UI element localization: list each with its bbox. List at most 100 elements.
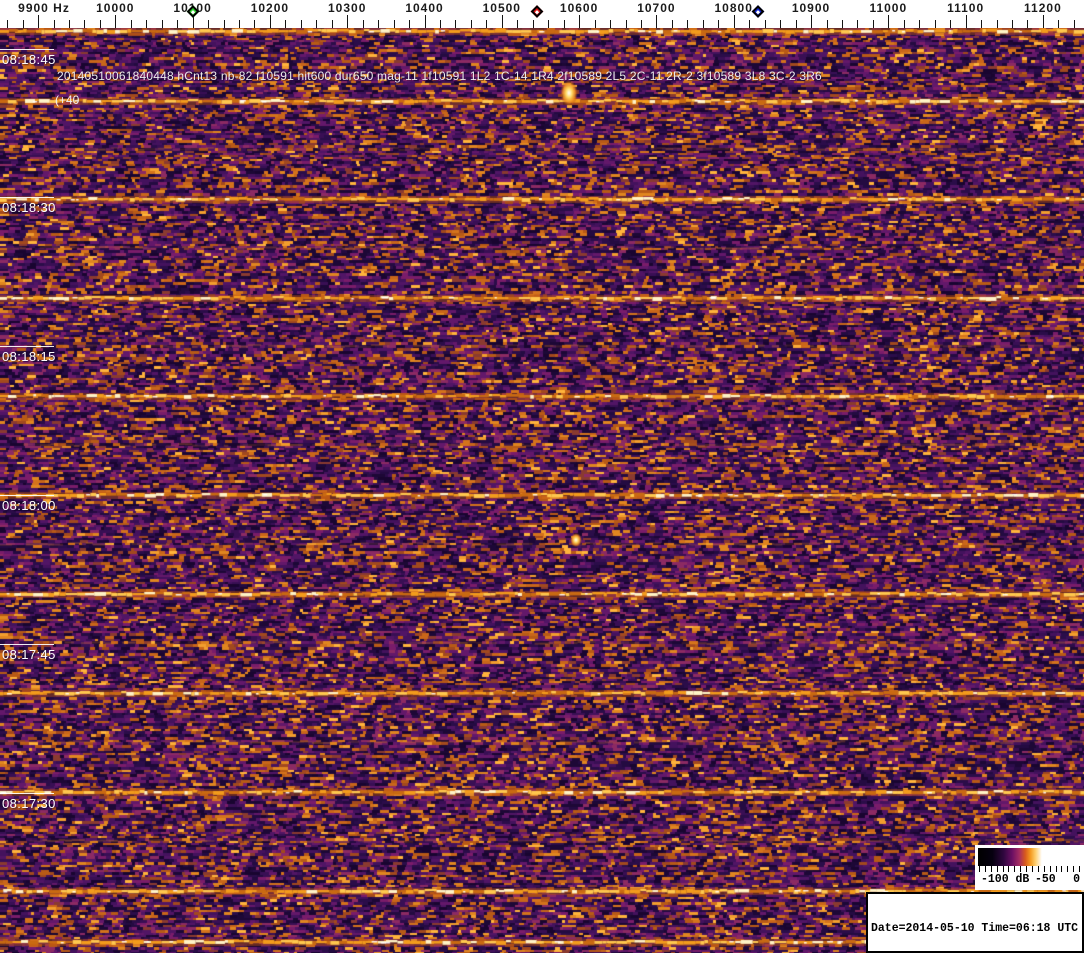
time-label: 08:17:30 xyxy=(2,796,56,811)
colorbar-tick xyxy=(1014,866,1016,872)
ruler-tick xyxy=(841,20,843,28)
ruler-tick xyxy=(780,20,782,28)
ruler-label: 10600 xyxy=(559,1,599,15)
ruler-label: 10900 xyxy=(791,1,831,15)
frequency-ruler: 9900 Hz100001010010200103001040010500106… xyxy=(0,0,1084,28)
marker-center-dot xyxy=(190,9,195,14)
colorbar-tick xyxy=(1073,866,1075,872)
ruler-tick xyxy=(563,20,565,28)
ruler-tick xyxy=(903,20,905,28)
ruler-tick xyxy=(115,15,117,28)
ruler-tick xyxy=(888,15,890,28)
time-label: 08:18:30 xyxy=(2,200,56,215)
marker-center-dot xyxy=(534,9,539,14)
ruler-label: 11100 xyxy=(947,1,985,15)
ruler-tick xyxy=(269,15,271,28)
event-annotation: 20140510061840448 hCnt13 nb-82 f10591 hi… xyxy=(57,69,822,83)
ruler-tick xyxy=(594,20,596,28)
colorbar-tick xyxy=(1061,866,1063,872)
colorbar-tick xyxy=(1067,866,1069,872)
ruler-tick xyxy=(7,20,9,28)
ruler-tick xyxy=(934,20,936,28)
ruler-label: 10200 xyxy=(250,1,290,15)
ruler-tick xyxy=(146,20,148,28)
ruler-tick xyxy=(177,20,179,28)
ruler-tick xyxy=(208,20,210,28)
ruler-tick xyxy=(625,20,627,28)
ruler-tick xyxy=(702,20,704,28)
ruler-label: 10000 xyxy=(96,1,135,15)
ruler-tick xyxy=(455,20,457,28)
colorbar-tick xyxy=(1055,866,1057,872)
colorbar-panel: -100 dB -50 0 xyxy=(975,845,1084,890)
ruler-tick xyxy=(950,20,952,28)
time-label: 08:18:45 xyxy=(2,52,56,67)
ruler-label: 9900 Hz xyxy=(18,1,70,15)
colorbar-label-mid: -50 xyxy=(1035,873,1056,886)
time-tick xyxy=(0,346,54,347)
red-marker-diamond-icon[interactable] xyxy=(530,5,543,18)
colorbar-scale-labels: -100 dB -50 0 xyxy=(978,873,1081,888)
ruler-label: 10400 xyxy=(405,1,444,15)
observation-info-box: Date=2014-05-10 Time=06:18 UTC Freq=143 … xyxy=(866,892,1084,953)
ruler-tick xyxy=(532,20,534,28)
ruler-tick xyxy=(671,20,673,28)
ruler-tick xyxy=(501,15,503,28)
colorbar-tick xyxy=(1031,866,1033,872)
ruler-tick xyxy=(811,15,812,28)
time-tick xyxy=(0,49,54,50)
ruler-tick xyxy=(656,15,658,28)
ruler-tick xyxy=(347,15,349,28)
ruler-tick xyxy=(38,15,39,28)
time-tick xyxy=(0,793,54,794)
ruler-tick xyxy=(130,20,132,28)
ruler-tick xyxy=(424,15,426,28)
ruler-tick xyxy=(239,20,240,28)
ruler-tick xyxy=(981,20,983,28)
ruler-tick xyxy=(1042,15,1044,28)
ruler-tick xyxy=(718,20,720,28)
time-tick xyxy=(0,644,54,645)
ruler-label: 10300 xyxy=(328,1,367,15)
ruler-tick xyxy=(857,20,859,28)
colorbar-tick xyxy=(1049,866,1051,872)
ruler-tick xyxy=(393,20,395,28)
spectrogram-app: 9900 Hz100001010010200103001040010500106… xyxy=(0,0,1084,953)
colorbar-tick xyxy=(1079,866,1080,872)
marker-center-dot xyxy=(755,9,760,14)
colorbar-tick xyxy=(990,866,992,872)
ruler-tick xyxy=(68,20,70,28)
ruler-tick xyxy=(1012,20,1013,28)
ruler-tick xyxy=(362,20,364,28)
ruler-label: 10700 xyxy=(637,1,676,15)
ruler-tick xyxy=(22,20,24,28)
ruler-label: 11000 xyxy=(869,1,908,15)
ruler-tick xyxy=(764,20,766,28)
blue-marker-diamond-icon[interactable] xyxy=(751,5,765,18)
info-date-time: Date=2014-05-10 Time=06:18 UTC xyxy=(871,922,1079,936)
ruler-tick xyxy=(640,20,642,28)
ruler-tick xyxy=(687,20,689,28)
ruler-label: 11200 xyxy=(1024,1,1062,15)
ruler-tick xyxy=(486,20,488,28)
colorbar-tick xyxy=(1008,866,1010,872)
ruler-tick xyxy=(440,20,441,28)
ruler-tick xyxy=(378,20,380,28)
spectrogram-waterfall[interactable] xyxy=(0,28,1084,953)
ruler-tick xyxy=(254,20,256,28)
ruler-tick xyxy=(826,20,828,28)
time-label: 08:18:15 xyxy=(2,349,56,364)
gain-annotation: (+40 xyxy=(55,93,80,107)
colorbar-tick xyxy=(996,866,998,872)
colorbar-ticks xyxy=(978,866,1081,873)
colorbar-tick xyxy=(1037,866,1039,872)
ruler-tick xyxy=(316,20,318,28)
colorbar-tick xyxy=(1020,866,1022,872)
colorbar-label-max: 0 xyxy=(1073,873,1080,886)
colorbar-tick xyxy=(1043,866,1045,872)
ruler-tick xyxy=(517,20,519,28)
time-tick xyxy=(0,197,54,198)
ruler-tick xyxy=(1027,20,1029,28)
ruler-tick xyxy=(409,20,410,28)
ruler-tick xyxy=(749,20,751,28)
